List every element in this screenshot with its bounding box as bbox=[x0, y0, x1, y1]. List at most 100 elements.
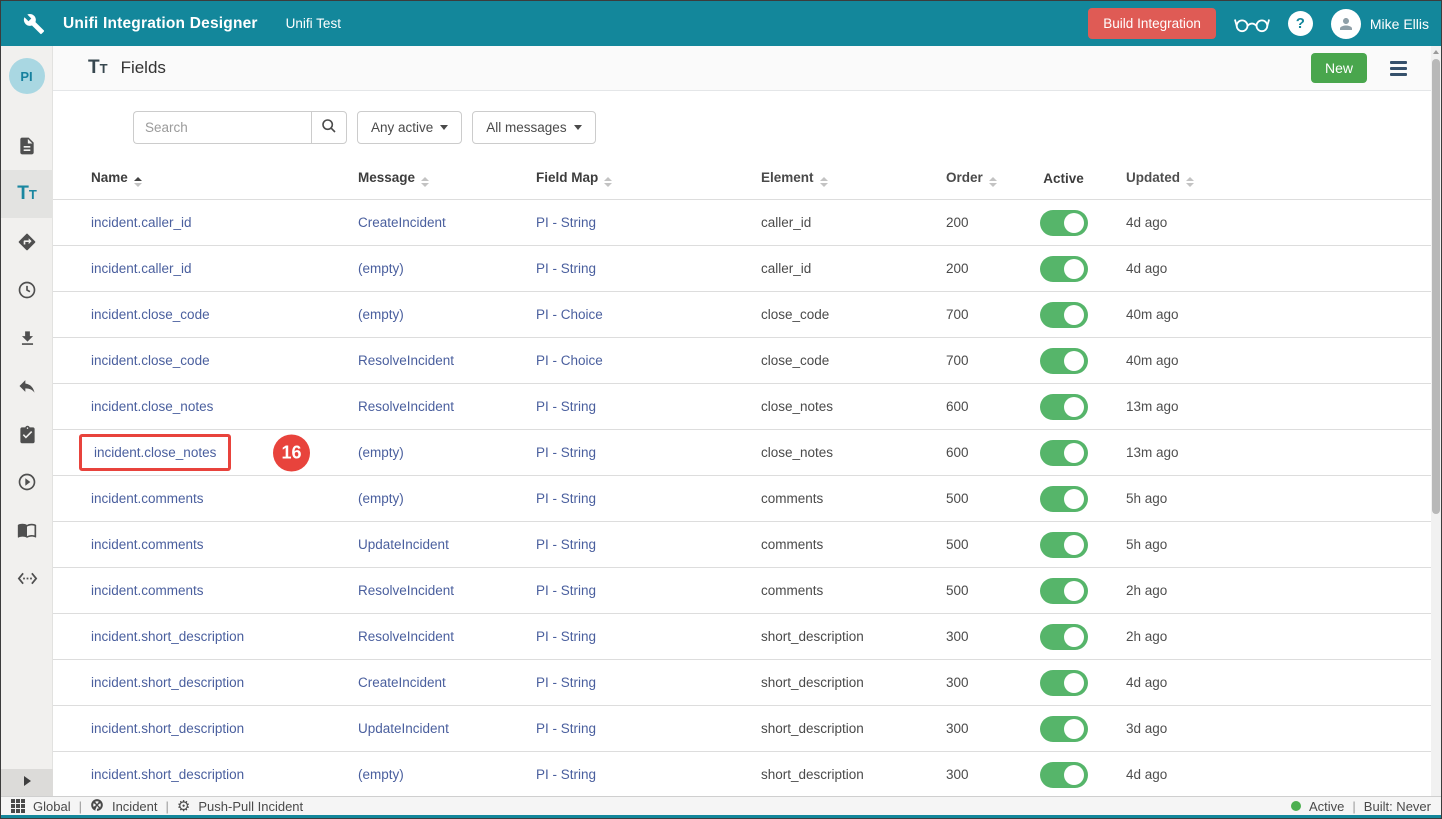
vertical-scrollbar[interactable] bbox=[1431, 46, 1441, 796]
new-button[interactable]: New bbox=[1311, 53, 1367, 83]
message-link[interactable]: (empty) bbox=[358, 491, 404, 506]
column-header-element[interactable]: Element bbox=[761, 170, 946, 187]
active-toggle[interactable] bbox=[1040, 256, 1088, 282]
sidebar-item-messages[interactable] bbox=[1, 122, 53, 170]
field-name-link[interactable]: incident.short_description bbox=[91, 629, 244, 644]
field-map-cell: PI - String bbox=[536, 767, 761, 782]
active-toggle[interactable] bbox=[1040, 716, 1088, 742]
sidebar-item-tasks[interactable] bbox=[1, 410, 53, 458]
element-value: short_description bbox=[761, 629, 946, 644]
column-header-order[interactable]: Order bbox=[946, 170, 1021, 187]
field-name-link[interactable]: incident.close_notes bbox=[94, 445, 216, 460]
column-header-name[interactable]: Name bbox=[91, 170, 358, 187]
active-toggle[interactable] bbox=[1040, 440, 1088, 466]
field-map-link[interactable]: PI - String bbox=[536, 399, 596, 414]
field-map-cell: PI - String bbox=[536, 629, 761, 644]
message-link[interactable]: UpdateIncident bbox=[358, 721, 449, 736]
fields-page-icon: TT bbox=[88, 57, 108, 79]
process-label[interactable]: Incident bbox=[112, 799, 158, 814]
field-map-link[interactable]: PI - String bbox=[536, 583, 596, 598]
name-cell: incident.comments bbox=[91, 583, 358, 598]
field-map-link[interactable]: PI - String bbox=[536, 537, 596, 552]
active-toggle[interactable] bbox=[1040, 578, 1088, 604]
field-map-link[interactable]: PI - String bbox=[536, 629, 596, 644]
sidebar-item-run[interactable] bbox=[1, 458, 53, 506]
integration-name[interactable]: Unifi Test bbox=[286, 16, 341, 31]
active-toggle[interactable] bbox=[1040, 210, 1088, 236]
field-map-link[interactable]: PI - String bbox=[536, 767, 596, 782]
integration-avatar[interactable]: PI bbox=[9, 58, 45, 94]
active-cell bbox=[1021, 624, 1106, 650]
active-cell bbox=[1021, 670, 1106, 696]
sidebar-item-documentation[interactable] bbox=[1, 506, 53, 554]
sidebar-item-fields[interactable]: TT bbox=[1, 170, 53, 218]
menu-hamburger-icon[interactable] bbox=[1388, 59, 1409, 78]
message-link[interactable]: (empty) bbox=[358, 261, 404, 276]
field-name-link[interactable]: incident.short_description bbox=[91, 767, 244, 782]
message-link[interactable]: CreateIncident bbox=[358, 675, 446, 690]
field-name-link[interactable]: incident.close_notes bbox=[91, 399, 213, 414]
help-icon[interactable]: ? bbox=[1288, 11, 1313, 36]
field-name-link[interactable]: incident.close_code bbox=[91, 307, 210, 322]
field-map-link[interactable]: PI - String bbox=[536, 491, 596, 506]
field-name-link[interactable]: incident.comments bbox=[91, 583, 204, 598]
scope-label[interactable]: Global bbox=[33, 799, 71, 814]
active-toggle[interactable] bbox=[1040, 670, 1088, 696]
message-link[interactable]: UpdateIncident bbox=[358, 537, 449, 552]
field-name-link[interactable]: incident.short_description bbox=[91, 721, 244, 736]
sidebar-item-field-maps[interactable] bbox=[1, 218, 53, 266]
active-toggle[interactable] bbox=[1040, 394, 1088, 420]
sidebar-item-scripts[interactable] bbox=[1, 554, 53, 602]
messages-filter-dropdown[interactable]: All messages bbox=[472, 111, 595, 144]
search-input[interactable] bbox=[133, 111, 311, 144]
active-filter-dropdown[interactable]: Any active bbox=[357, 111, 462, 144]
field-name-link[interactable]: incident.comments bbox=[91, 537, 204, 552]
field-name-link[interactable]: incident.short_description bbox=[91, 675, 244, 690]
column-header-message[interactable]: Message bbox=[358, 170, 536, 187]
field-map-link[interactable]: PI - Choice bbox=[536, 307, 603, 322]
user-menu[interactable]: Mike Ellis bbox=[1331, 9, 1429, 39]
message-link[interactable]: (empty) bbox=[358, 767, 404, 782]
field-name-link[interactable]: incident.caller_id bbox=[91, 261, 192, 276]
sidebar-item-responses[interactable] bbox=[1, 362, 53, 410]
message-link[interactable]: ResolveIncident bbox=[358, 399, 454, 414]
column-header-field-map[interactable]: Field Map bbox=[536, 170, 761, 187]
order-value: 600 bbox=[946, 399, 1021, 414]
field-map-link[interactable]: PI - String bbox=[536, 675, 596, 690]
message-link[interactable]: ResolveIncident bbox=[358, 583, 454, 598]
message-cell: (empty) bbox=[358, 445, 536, 460]
name-cell: incident.close_notes16 bbox=[91, 434, 358, 471]
sidebar-expand-button[interactable] bbox=[1, 769, 53, 796]
search-button[interactable] bbox=[311, 111, 347, 144]
active-toggle[interactable] bbox=[1040, 486, 1088, 512]
field-name-link[interactable]: incident.comments bbox=[91, 491, 204, 506]
column-header-updated[interactable]: Updated bbox=[1106, 170, 1431, 187]
field-name-link[interactable]: incident.caller_id bbox=[91, 215, 192, 230]
message-link[interactable]: ResolveIncident bbox=[358, 629, 454, 644]
active-toggle[interactable] bbox=[1040, 348, 1088, 374]
active-toggle[interactable] bbox=[1040, 762, 1088, 788]
field-map-link[interactable]: PI - String bbox=[536, 445, 596, 460]
scrollbar-thumb[interactable] bbox=[1432, 59, 1440, 514]
field-map-link[interactable]: PI - String bbox=[536, 261, 596, 276]
message-link[interactable]: CreateIncident bbox=[358, 215, 446, 230]
field-name-link[interactable]: incident.close_code bbox=[91, 353, 210, 368]
preview-glasses-icon[interactable] bbox=[1234, 14, 1270, 34]
field-map-link[interactable]: PI - String bbox=[536, 215, 596, 230]
field-map-link[interactable]: PI - String bbox=[536, 721, 596, 736]
active-toggle[interactable] bbox=[1040, 302, 1088, 328]
sidebar-item-scheduled[interactable] bbox=[1, 266, 53, 314]
updated-value: 5h ago bbox=[1106, 491, 1431, 506]
message-link[interactable]: (empty) bbox=[358, 445, 404, 460]
table-row: incident.comments ResolveIncident PI - Str… bbox=[53, 568, 1431, 614]
build-integration-button[interactable]: Build Integration bbox=[1088, 8, 1216, 39]
integration-label[interactable]: Push-Pull Incident bbox=[198, 799, 303, 814]
field-map-link[interactable]: PI - Choice bbox=[536, 353, 603, 368]
sidebar-item-pollers[interactable] bbox=[1, 314, 53, 362]
scroll-up-icon[interactable] bbox=[1431, 46, 1441, 58]
active-toggle[interactable] bbox=[1040, 532, 1088, 558]
active-toggle[interactable] bbox=[1040, 624, 1088, 650]
message-link[interactable]: (empty) bbox=[358, 307, 404, 322]
message-link[interactable]: ResolveIncident bbox=[358, 353, 454, 368]
code-brackets-icon bbox=[17, 568, 38, 589]
